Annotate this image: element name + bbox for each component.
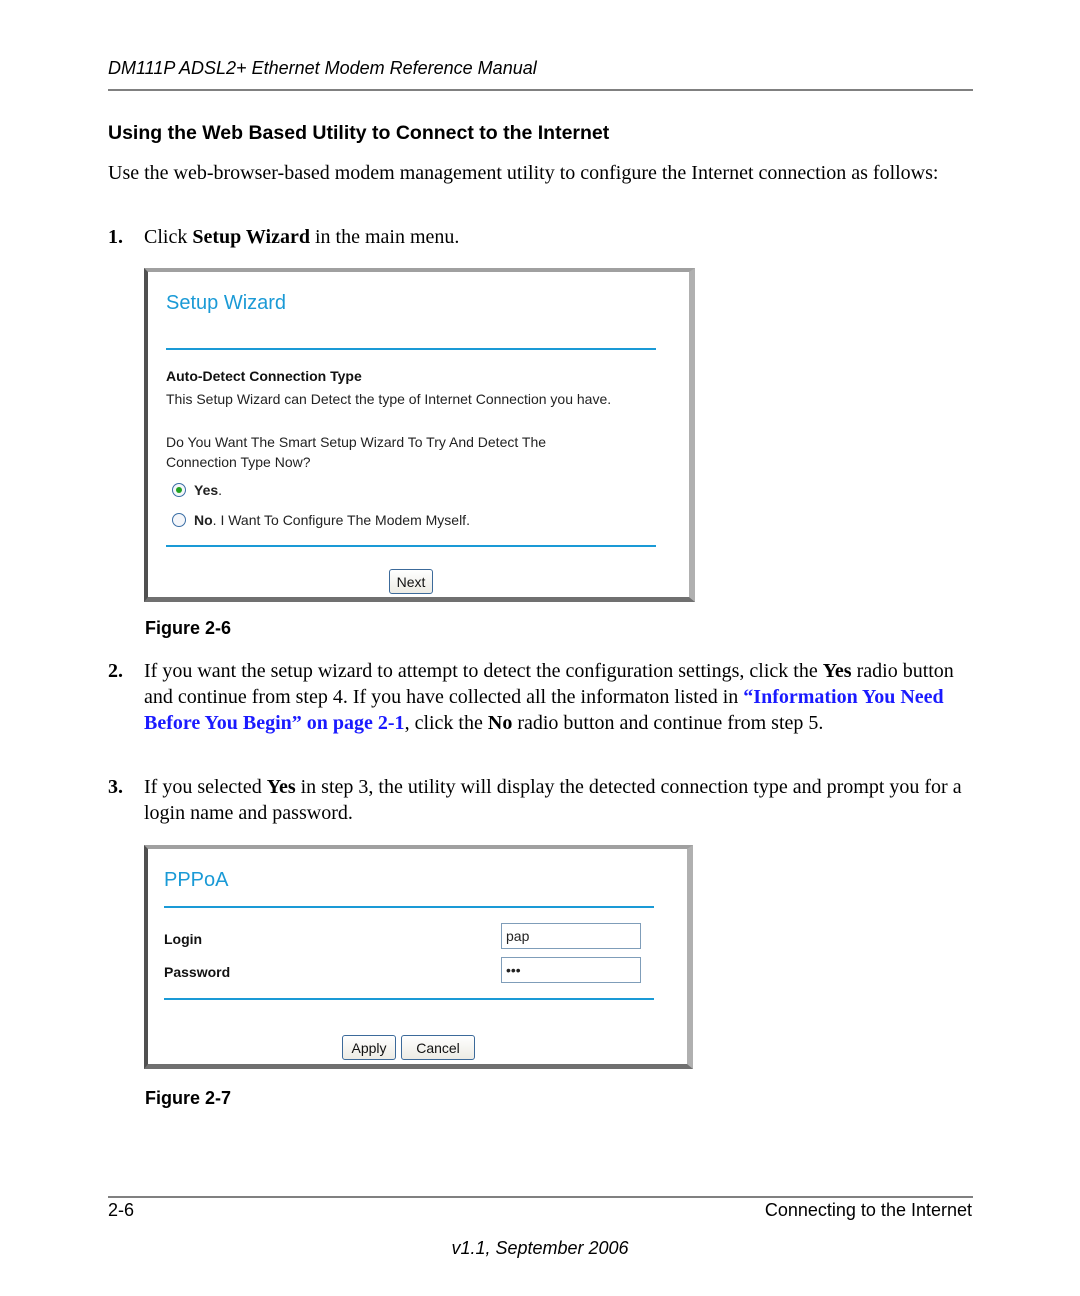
footer-divider xyxy=(108,1196,973,1198)
password-input[interactable] xyxy=(501,957,641,983)
wizard-question: Do You Want The Smart Setup Wizard To Tr… xyxy=(166,434,547,470)
step-text: If you want the setup wizard to attempt … xyxy=(144,658,973,736)
apply-button[interactable]: Apply xyxy=(342,1035,396,1060)
step-number: 2. xyxy=(108,660,123,682)
text: Click xyxy=(144,226,193,248)
radio-yes-suffix: . xyxy=(218,482,223,498)
step-1: 1. Click Setup Wizard in the main menu. xyxy=(108,224,973,250)
footer-divider xyxy=(166,545,656,547)
step-2: 2. If you want the setup wizard to attem… xyxy=(108,658,973,736)
text: in the main menu. xyxy=(309,226,460,248)
manual-title: DM111P ADSL2+ Ethernet Modem Reference M… xyxy=(108,58,537,78)
setup-wizard-title: Setup Wizard xyxy=(166,292,287,314)
radio-unselected-icon[interactable] xyxy=(172,513,186,527)
yes-term: Yes xyxy=(822,660,852,682)
intro-paragraph: Use the web-browser-based modem manageme… xyxy=(108,162,939,184)
radio-yes[interactable]: Yes. xyxy=(172,482,222,498)
radio-no[interactable]: No. I Want To Configure The Modem Myself… xyxy=(172,512,470,528)
login-label: Login xyxy=(164,931,203,947)
section-title: Using the Web Based Utility to Connect t… xyxy=(108,122,610,144)
wizard-description: This Setup Wizard can Detect the type of… xyxy=(166,391,612,407)
header-divider xyxy=(108,89,973,91)
step-3: 3. If you selected Yes in step 3, the ut… xyxy=(108,774,973,826)
login-input[interactable] xyxy=(501,923,641,949)
radio-no-label: No xyxy=(194,512,213,528)
radio-selected-icon[interactable] xyxy=(172,483,186,497)
page-number: 2-6 xyxy=(108,1200,135,1220)
step-number: 1. xyxy=(108,226,123,248)
radio-no-suffix: . I Want To Configure The Modem Myself. xyxy=(212,512,470,528)
text: , click the xyxy=(404,712,488,734)
pppoa-screenshot: PPPoA Login Password Apply Cancel xyxy=(144,845,693,1069)
title-divider xyxy=(166,348,656,350)
next-button[interactable]: Next xyxy=(389,569,433,594)
cancel-button[interactable]: Cancel xyxy=(401,1035,475,1060)
no-term: No xyxy=(487,712,513,734)
step-number: 3. xyxy=(108,776,123,798)
text: If you selected xyxy=(144,776,267,798)
figure-caption: Figure 2-7 xyxy=(145,1088,232,1108)
yes-term: Yes xyxy=(266,776,296,798)
title-divider xyxy=(164,906,654,908)
version-info: v1.1, September 2006 xyxy=(451,1238,629,1258)
footer-divider xyxy=(164,998,654,1000)
radio-yes-label: Yes xyxy=(194,482,219,498)
step-text: Click Setup Wizard in the main menu. xyxy=(144,224,973,250)
text: If you want the setup wizard to attempt … xyxy=(144,660,823,682)
text: radio button and continue from step 5. xyxy=(512,712,824,734)
setup-wizard-screenshot: Setup Wizard Auto-Detect Connection Type… xyxy=(144,268,695,602)
figure-caption: Figure 2-6 xyxy=(145,618,232,638)
password-label: Password xyxy=(164,964,231,980)
setup-wizard-term: Setup Wizard xyxy=(192,226,310,248)
pppoa-title: PPPoA xyxy=(164,869,229,891)
chapter-title: Connecting to the Internet xyxy=(764,1200,972,1220)
step-text: If you selected Yes in step 3, the utili… xyxy=(144,774,973,826)
auto-detect-heading: Auto-Detect Connection Type xyxy=(166,368,362,384)
